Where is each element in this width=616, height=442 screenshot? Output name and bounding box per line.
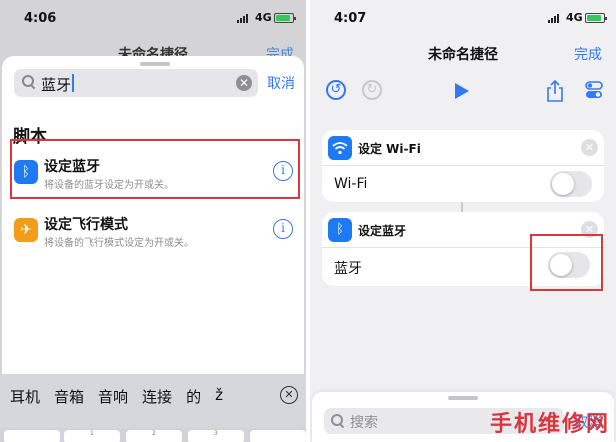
card-title: 设定蓝牙 [358,224,407,238]
remove-action-icon[interactable]: ✕ [581,139,598,156]
card-title: 设定 Wi-Fi [358,142,421,156]
text-caret [72,74,74,92]
action-row-set-airplane-mode[interactable]: ✈ 设定飞行模式 将设备的飞行模式设定为开或关。 i [2,206,304,262]
status-bar: 4:06 4G [0,0,306,40]
signal-icon [237,14,248,23]
highlight-box [530,234,603,291]
sheet-grabber[interactable] [140,62,170,66]
right-screenshot: 4:07 4G 未命名捷径 完成 ↺ ↻ 设定 Wi-Fi ✕ Wi-Fi ᛒ … [310,0,616,442]
search-icon [331,414,344,427]
redo-icon[interactable]: ↻ [362,80,382,100]
keyboard: 1 2 3 [0,428,306,442]
airplane-icon: ✈ [14,218,38,242]
clear-icon[interactable]: ✕ [236,75,252,91]
action-subtitle: 将设备的飞行模式设定为开或关。 [44,238,194,249]
search-field[interactable]: 蓝牙 ✕ [14,69,258,97]
wifi-icon [328,136,352,160]
suggestion-word[interactable]: 的 [186,386,201,407]
dismiss-suggestions-icon[interactable]: ✕ [280,386,298,404]
search-query[interactable]: 蓝牙 [41,74,71,95]
suggestion-word[interactable]: 连接 [142,386,172,407]
editor-toolbar: ↺ ↻ [310,80,616,106]
suggestion-word[interactable]: 音响 [98,386,128,407]
settings-toggle-icon[interactable] [585,80,603,100]
bluetooth-icon: ᛒ [328,218,352,242]
share-icon[interactable] [546,80,564,102]
parameter-label: Wi-Fi [334,176,368,192]
play-icon[interactable] [455,83,469,99]
parameter-label: 蓝牙 [334,261,362,277]
left-screenshot: 4:06 4G 未命名捷径 完成 蓝牙 ✕ 取消 脚本 ᛒ 设定蓝牙 将设备的蓝… [0,0,306,442]
battery-icon [274,13,296,23]
sheet-grabber[interactable] [448,396,478,400]
keyboard-suggestion-bar: 耳机 音箱 音响 连接 的 ž ✕ [0,374,306,430]
page-title: 未命名捷径 [428,47,498,63]
signal-icon [548,14,559,23]
network-type: 4G [255,11,272,24]
watermark: 手机维修网 [489,412,610,437]
key-label: 1 [90,430,94,437]
key-label: 2 [152,430,156,437]
card-header: 设定 Wi-Fi ✕ [322,130,604,166]
highlight-box [10,139,300,199]
key-label: 3 [214,430,218,437]
status-bar: 4:07 4G [310,0,616,40]
done-button[interactable]: 完成 [574,44,602,64]
keyboard-key[interactable] [4,430,60,442]
battery-icon [585,13,607,23]
status-time: 4:06 [24,11,57,26]
undo-icon[interactable]: ↺ [326,80,346,100]
network-type: 4G [566,11,583,24]
action-card-wifi: 设定 Wi-Fi ✕ Wi-Fi [322,130,604,202]
suggestion-word[interactable]: 耳机 [10,386,40,407]
keyboard-key[interactable] [250,430,306,442]
action-title: 设定飞行模式 [44,217,128,233]
search-icon [22,75,35,88]
suggestion-word[interactable]: 音箱 [54,386,84,407]
suggestion-word[interactable]: ž [215,386,223,407]
wifi-toggle[interactable] [550,171,592,197]
search-placeholder: 搜索 [350,415,378,431]
status-time: 4:07 [334,11,367,26]
card-connector [461,202,463,212]
info-icon[interactable]: i [273,219,293,239]
cancel-button[interactable]: 取消 [267,73,295,93]
